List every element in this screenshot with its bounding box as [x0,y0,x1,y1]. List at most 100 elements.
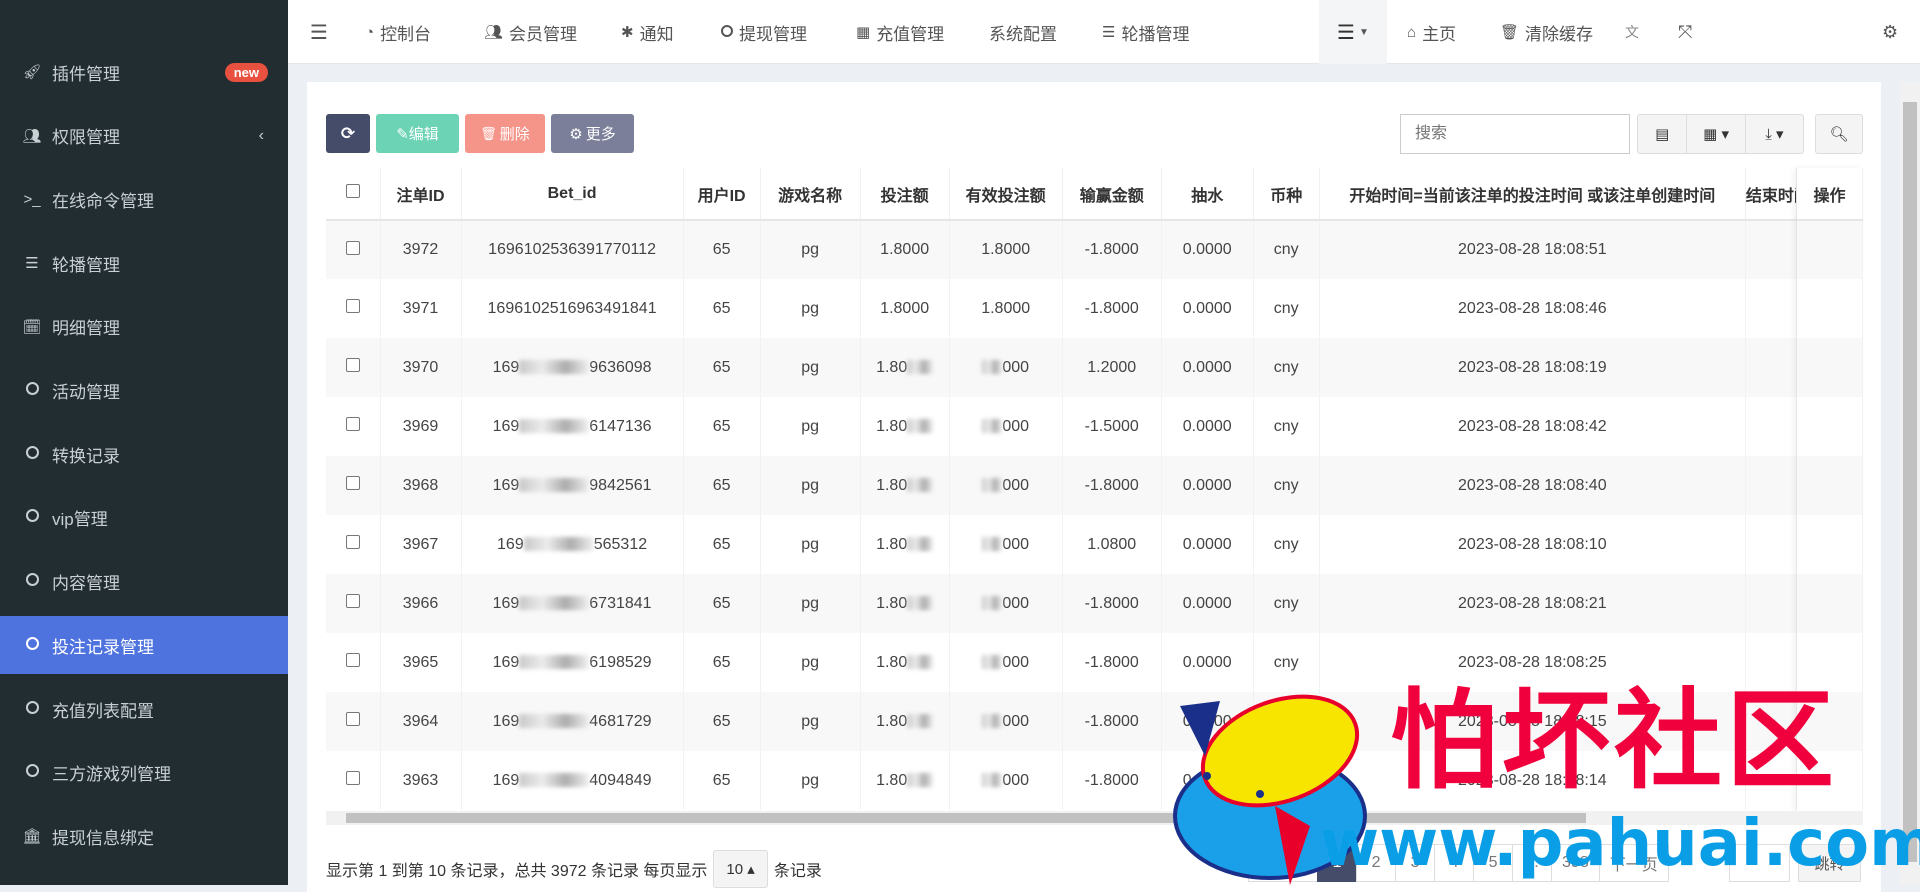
sidebar-item[interactable]: 转换记录 [0,425,288,483]
top-nav-item[interactable]: ◔ 控制台 [365,0,431,64]
cell-text: 169 [492,594,520,612]
language-button[interactable]: 文 [1625,0,1639,64]
row-checkbox[interactable] [345,476,360,490]
user-id-cell: 65 [683,456,761,515]
sidebar-item[interactable]: 内容管理 [0,553,288,611]
list-alt-icon: ▤ [1655,126,1670,143]
row-checkbox[interactable] [345,358,360,372]
row-checkbox[interactable] [345,653,360,667]
prev-page-button[interactable]: 上一页 [1248,844,1319,882]
page-button[interactable]: 3 [1395,844,1436,882]
start-time-cell: 2023-08-28 18:08:19 [1319,338,1746,397]
top-nav-item[interactable]: 👥︎ 会员管理 [484,0,577,64]
vertical-scrollbar-thumb[interactable] [1903,102,1917,862]
row-checkbox[interactable] [345,299,360,313]
clear-cache-label: 清除缓存 [1525,24,1594,44]
redacted-blur [523,537,594,552]
column-header[interactable]: 投注额 [860,168,950,221]
bet-amount-cell: 1.80 [860,633,950,692]
search-input[interactable] [1400,114,1630,154]
clear-cache-link[interactable]: 🗑 清除缓存 [1500,0,1593,64]
top-nav-item[interactable]: ☰ 轮播管理 [1102,0,1189,64]
circle-icon [22,509,42,526]
cell-text: 6147136 [589,417,652,435]
column-header[interactable]: 游戏名称 [760,168,861,221]
sidebar-item[interactable]: vip管理 [0,489,288,547]
delete-button[interactable]: 🗑 删除 [465,114,545,153]
edit-button[interactable]: ✎ 编辑 [376,114,459,153]
rocket-icon: 🚀︎ [22,64,42,81]
top-nav-item[interactable]: 系统配置 [989,0,1057,64]
row-checkbox[interactable] [345,712,360,726]
sidebar-item-label: 活动管理 [52,383,120,402]
top-nav-item[interactable]: ▦ 充值管理 [856,0,944,64]
column-header[interactable]: 结束时间 [1745,168,1797,221]
jump-page-input[interactable] [1729,844,1790,882]
win-loss-cell: -1.8000 [1062,633,1162,692]
users-icon: 👥︎ [22,127,42,145]
sidebar-item[interactable]: 三方游戏列管理 [0,744,288,802]
top-nav-item[interactable]: ✱ 通知 [621,0,674,64]
row-checkbox[interactable] [345,417,360,431]
sidebar-item[interactable]: 充值列表配置 [0,680,288,738]
row-checkbox[interactable] [345,771,360,785]
more-button[interactable]: ⚙ 更多 [551,114,634,153]
row-checkbox[interactable] [345,240,360,255]
sidebar-toggle-button[interactable]: ☰ [310,0,328,64]
start-time-cell: 2023-08-28 18:08:42 [1319,397,1746,456]
column-header[interactable]: 注单ID [380,168,462,221]
cell-text: 000 [1002,535,1030,553]
export-dropdown-button[interactable]: ⤓ ▾ [1746,115,1803,153]
column-header[interactable]: 抽水 [1161,168,1254,221]
horizontal-scrollbar-thumb[interactable] [346,813,1586,823]
settings-button[interactable]: ⚙ [1882,0,1898,64]
bank-icon: 🏛︎ [22,828,42,846]
sidebar-item[interactable]: 🗓︎ 明细管理 [0,298,288,356]
advanced-search-button[interactable]: 🔍︎ [1815,114,1863,154]
bet-ref-cell: 169 4094849 [461,751,684,810]
page-button[interactable]: 4 [1434,844,1475,882]
page-button[interactable]: ... [1512,844,1553,882]
win-loss-cell: 1.0800 [1062,515,1162,574]
column-header[interactable]: 开始时间=当前该注单的投注时间 或该注单创建时间 [1319,168,1746,221]
columns-dropdown-button[interactable]: ▦ ▾ [1687,115,1746,153]
page-button[interactable]: 2 [1356,844,1397,882]
column-header[interactable]: 用户ID [683,168,761,221]
menu-dropdown-button[interactable]: ☰ ▼ [1319,0,1387,64]
asterisk-icon: ✱ [621,24,634,41]
toggle-view-button[interactable]: ▤ [1638,115,1688,153]
row-select-cell [326,515,381,574]
select-all-checkbox[interactable] [345,184,360,198]
sidebar-item[interactable]: 🏛︎ 提现信息绑定 [0,807,288,865]
sidebar-item[interactable]: 🚀︎ 插件管理 new [0,43,288,101]
valid-bet-cell: 1.8000 [949,220,1063,279]
row-checkbox[interactable] [345,535,360,549]
vertical-scrollbar[interactable] [1900,82,1920,885]
home-link[interactable]: ⌂ 主页 [1407,0,1456,64]
jump-button[interactable]: 跳转 [1798,844,1861,882]
page-button[interactable]: 398 [1551,844,1600,882]
refresh-button[interactable]: ⟳ [326,114,370,153]
valid-bet-cell: 000 [949,574,1063,633]
next-page-button[interactable]: 下一页 [1598,844,1669,882]
column-header[interactable]: 有效投注额 [949,168,1063,221]
fullscreen-button[interactable]: ⤧ [1678,0,1692,64]
page-button[interactable]: 1 [1317,844,1358,882]
row-checkbox[interactable] [345,594,360,608]
sidebar-item[interactable]: 活动管理 [0,362,288,420]
page-button[interactable]: 5 [1473,844,1514,882]
user-id-cell: 65 [683,633,761,692]
sidebar-item[interactable]: ☰ 轮播管理 [0,234,288,292]
horizontal-scrollbar[interactable] [326,811,1863,825]
top-nav-label: 提现管理 [739,24,807,44]
sidebar-item[interactable]: 投注记录管理 [0,616,288,675]
column-header[interactable]: 输赢金额 [1062,168,1162,221]
sidebar-item[interactable]: >_ 在线命令管理 [0,170,288,228]
user-id-cell: 65 [683,397,761,456]
page-size-select[interactable]: 10 ▴ [713,850,768,888]
redacted-blur [982,714,1003,729]
column-header[interactable]: Bet_id [461,168,684,221]
sidebar-item[interactable]: 👥︎ 权限管理 ‹ [0,107,288,165]
column-header[interactable]: 币种 [1253,168,1320,221]
top-nav-item[interactable]: 提现管理 [721,0,807,64]
